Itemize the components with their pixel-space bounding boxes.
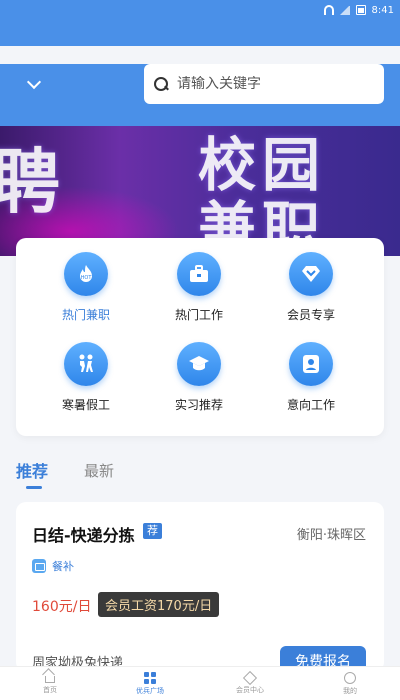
search-input[interactable] <box>177 76 367 92</box>
tab-recommend[interactable]: 推荐 <box>16 458 48 482</box>
grid-squares-icon <box>144 671 156 684</box>
bottom-nav: 首页 优兵广场 会员中心 我的 <box>0 666 400 700</box>
job-card[interactable]: 日结-快递分拣 荐 衡阳·珠晖区 餐补 160元/日 会员工资170元/日 周家… <box>16 502 384 676</box>
job-title: 日结-快递分拣 <box>32 526 135 545</box>
chevron-down-icon[interactable] <box>26 76 42 92</box>
grid-item-hot-parttime[interactable]: HOT 热门兼职 <box>36 252 136 323</box>
home-icon <box>45 676 55 683</box>
nav-mine[interactable]: 我的 <box>300 667 400 700</box>
grid-item-vacation[interactable]: 寒暑假工 <box>36 342 136 413</box>
hot-icon: HOT <box>64 252 108 296</box>
nav-vip-center[interactable]: 会员中心 <box>200 667 300 700</box>
grid-item-intention[interactable]: 意向工作 <box>261 342 361 413</box>
nav-home[interactable]: 首页 <box>0 667 100 700</box>
status-bar: 8:41 <box>0 0 400 20</box>
job-salary: 160元/日 <box>32 599 92 615</box>
header-bar <box>0 64 400 126</box>
nav-label: 优兵广场 <box>136 686 164 695</box>
tab-latest[interactable]: 最新 <box>84 460 114 481</box>
job-location: 衡阳·珠晖区 <box>296 528 366 543</box>
grid-label: 意向工作 <box>286 398 335 412</box>
vip-salary: 会员工资170元/日 <box>98 592 220 617</box>
grid-item-hot-jobs[interactable]: 热门工作 <box>149 252 249 323</box>
search-box[interactable] <box>144 64 384 104</box>
running-people-icon <box>64 342 108 386</box>
grid-label: 会员专享 <box>286 308 335 322</box>
grid-label: 热门工作 <box>174 308 223 322</box>
grid-label: 实习推荐 <box>174 398 223 412</box>
vip-diamond-icon <box>289 252 333 296</box>
grid-label: 热门兼职 <box>61 308 110 322</box>
grid-label: 寒暑假工 <box>61 398 110 412</box>
status-time: 8:41 <box>371 4 394 16</box>
recommend-badge: 荐 <box>143 523 162 539</box>
nav-label: 会员中心 <box>236 686 264 694</box>
meal-allowance-icon <box>32 559 46 573</box>
battery-icon <box>355 5 366 15</box>
briefcase-icon <box>177 252 221 296</box>
banner-text-left: 聘 <box>0 141 66 223</box>
nav-square[interactable]: 优兵广场 <box>100 667 200 700</box>
job-tag: 餐补 <box>52 560 74 573</box>
grid-item-vip[interactable]: 会员专享 <box>261 252 361 323</box>
diamond-icon <box>242 670 258 686</box>
signal-icon <box>339 5 350 15</box>
search-icon <box>154 76 169 92</box>
top-gap <box>0 46 400 64</box>
nav-label: 首页 <box>43 686 57 694</box>
job-tags: 餐补 <box>32 558 74 574</box>
svg-text:HOT: HOT <box>81 275 93 281</box>
category-grid: HOT 热门兼职 热门工作 会员专享 寒暑假工 实习推荐 意向工作 <box>16 238 384 436</box>
nav-label: 我的 <box>343 686 357 695</box>
grid-item-internship[interactable]: 实习推荐 <box>149 342 249 413</box>
top-blue-band <box>0 20 400 46</box>
profile-face-icon <box>344 671 356 684</box>
graduation-cap-icon <box>177 342 221 386</box>
tab-underline <box>26 486 42 489</box>
profile-card-icon <box>289 342 333 386</box>
wifi-icon <box>323 5 334 15</box>
banner[interactable]: 聘 校园 兼职 <box>0 126 400 256</box>
